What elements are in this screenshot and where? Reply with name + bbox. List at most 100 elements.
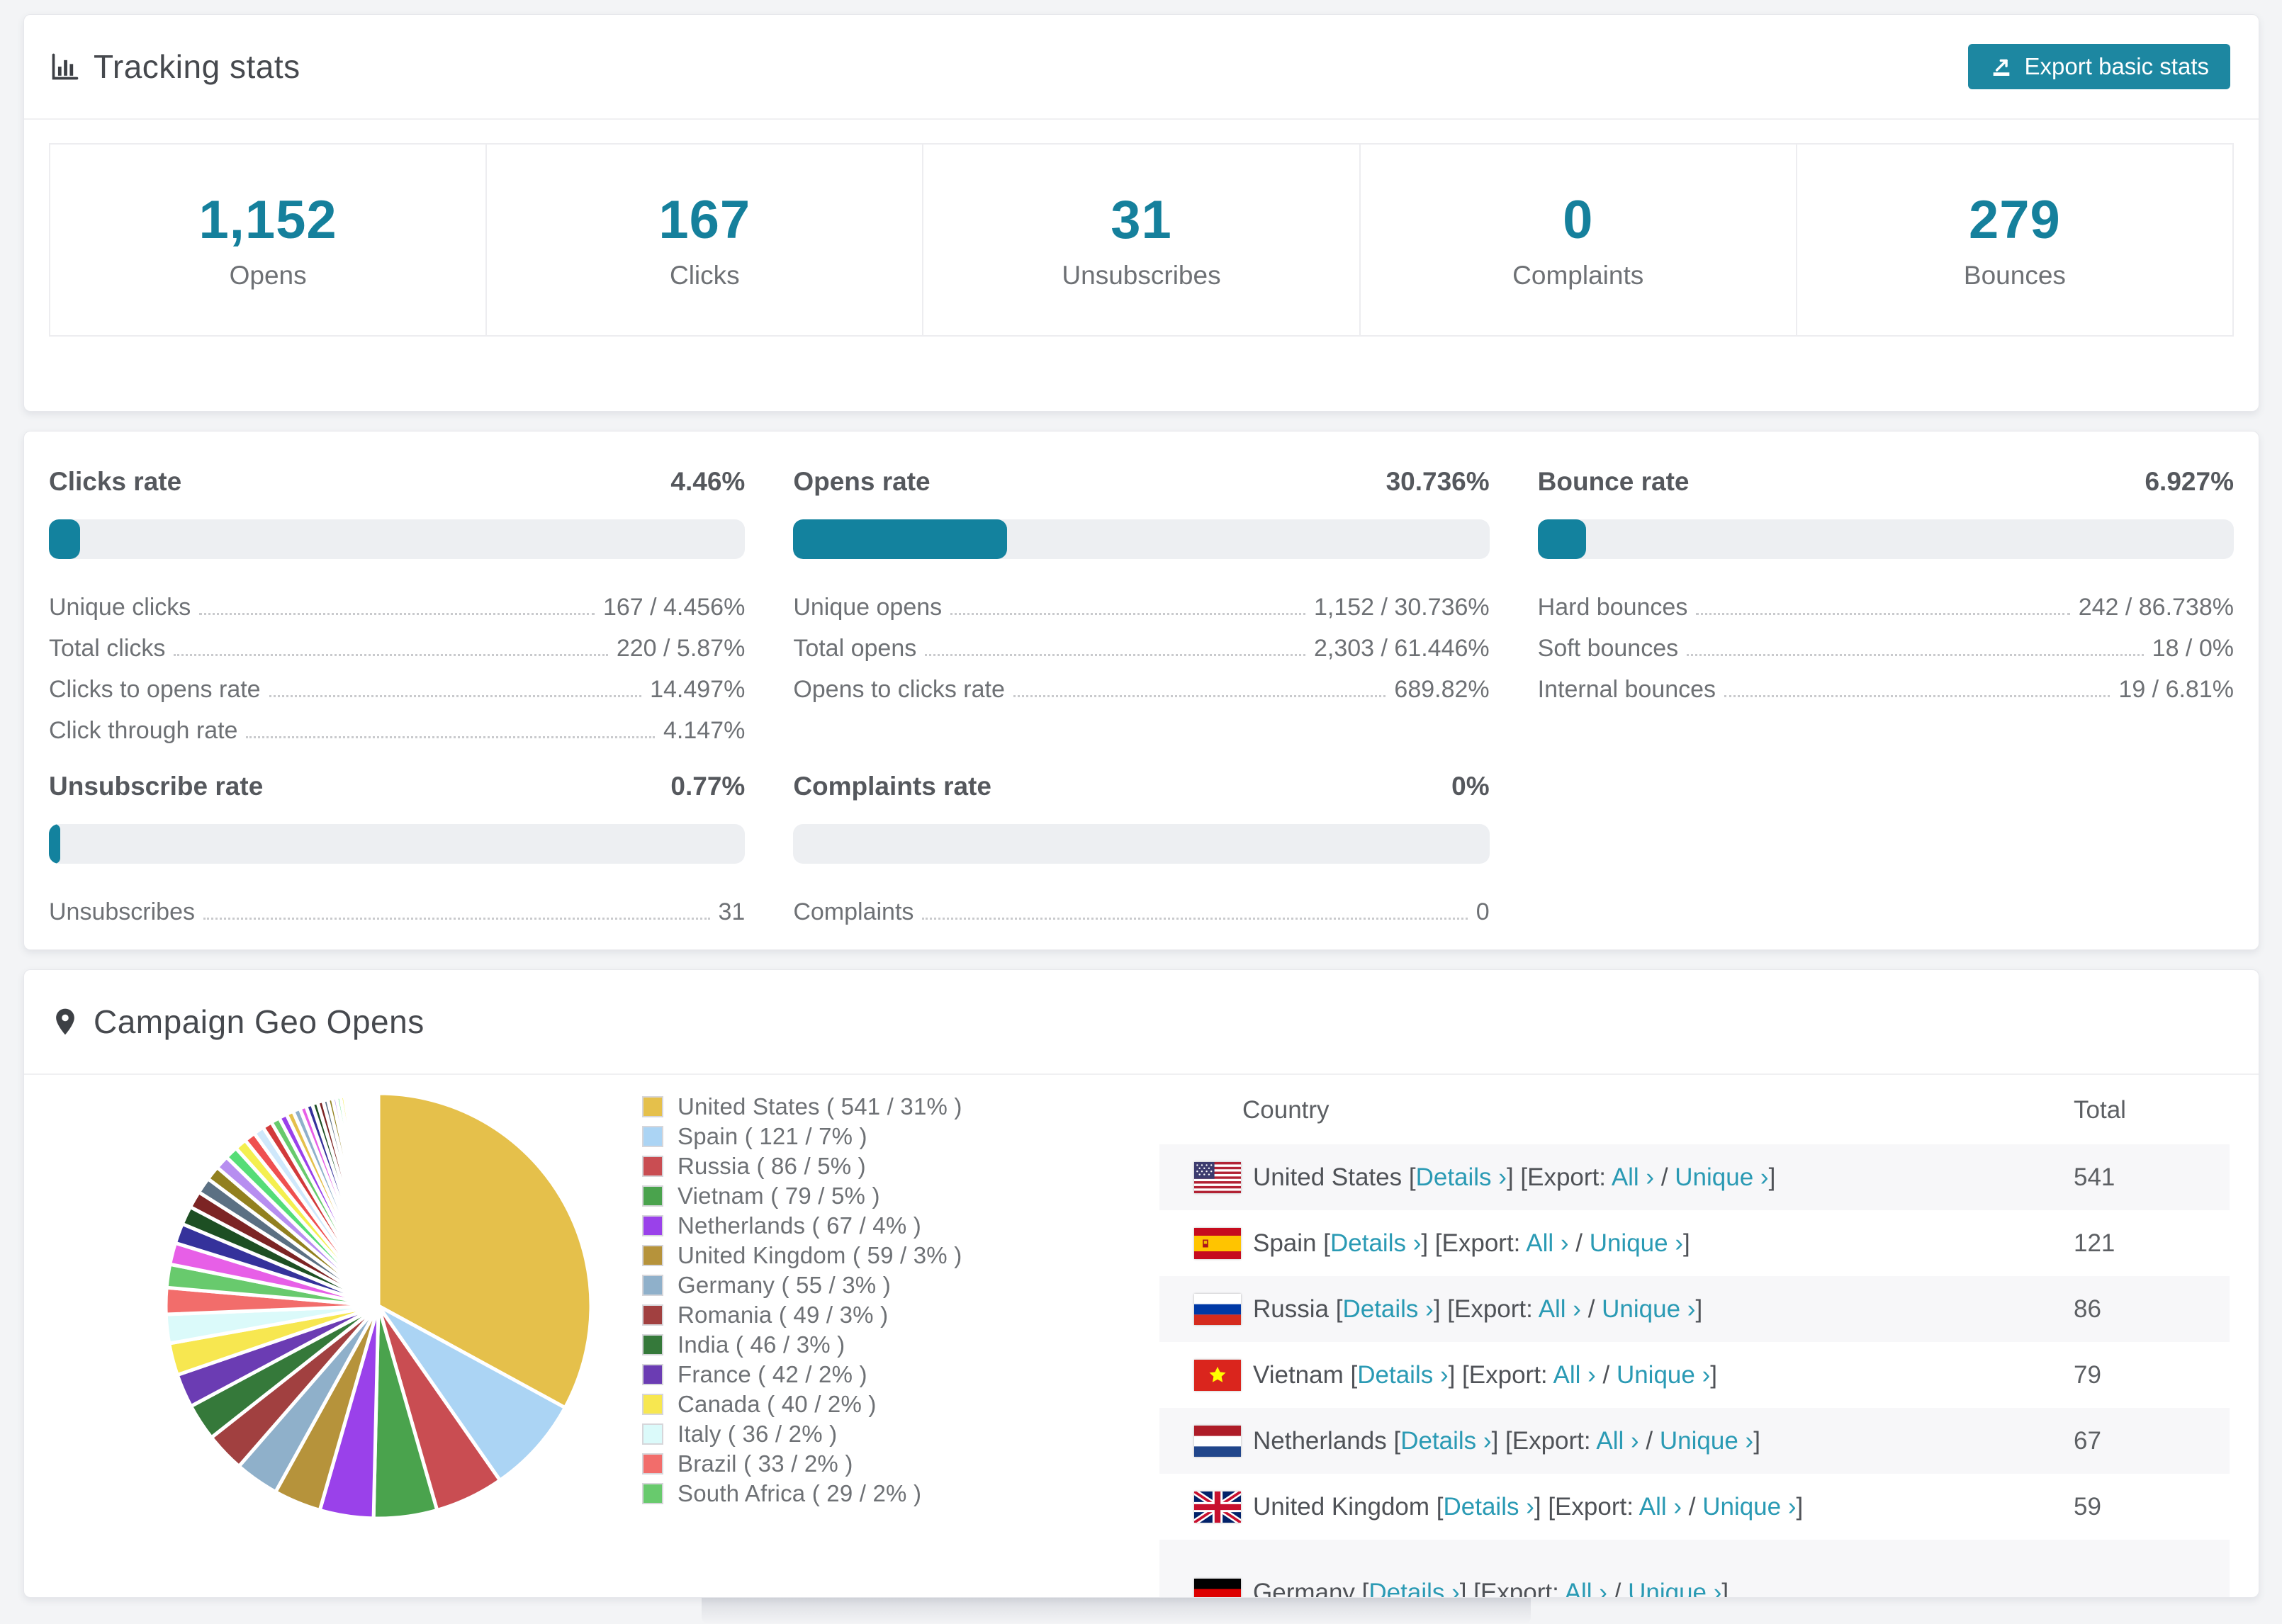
rates-wrap: Clicks rate 4.46% Unique clicks 167 / 4.… — [24, 432, 2259, 930]
legend-item: Romania ( 49 / 3% ) — [642, 1300, 962, 1330]
tracking-stats-card: Tracking stats Export basic stats 1,152 … — [23, 14, 2259, 412]
total-cell: 121 — [2074, 1229, 2115, 1257]
stat-row-label: Clicks to opens rate — [49, 676, 261, 703]
rate-value: 6.927% — [2145, 467, 2234, 496]
details-link[interactable]: Details › — [1357, 1361, 1448, 1389]
rate-head: Unsubscribe rate 0.77% — [49, 772, 745, 807]
table-row-gb: United Kingdom [Details ›] [Export: All … — [1159, 1474, 2230, 1540]
details-link[interactable]: Details › — [1416, 1163, 1507, 1191]
export-all-link[interactable]: All › — [1526, 1229, 1568, 1257]
stat-row-label: Total opens — [793, 635, 917, 662]
rate-title: Opens rate — [793, 467, 931, 496]
legend-label: Russia ( 86 / 5% ) — [678, 1153, 866, 1179]
details-link[interactable]: Details › — [1368, 1579, 1459, 1597]
country-cell: Spain [Details ›] [Export: All › / Uniqu… — [1253, 1229, 1690, 1257]
legend-item: India ( 46 / 3% ) — [642, 1330, 962, 1360]
stat-row: Unique clicks 167 / 4.456% — [49, 585, 745, 626]
flag-nl-icon — [1194, 1425, 1241, 1457]
legend-swatch — [642, 1364, 663, 1385]
export-all-link[interactable]: All › — [1596, 1427, 1639, 1455]
tracking-stats-header: Tracking stats Export basic stats — [24, 15, 2259, 120]
rates-row-1: Clicks rate 4.46% Unique clicks 167 / 4.… — [49, 467, 2234, 749]
details-link[interactable]: Details › — [1342, 1295, 1433, 1323]
export-basic-stats-button[interactable]: Export basic stats — [1967, 44, 2230, 89]
dotted-leader — [1724, 695, 2110, 697]
details-link[interactable]: Details › — [1330, 1229, 1421, 1257]
geo-table: Country Total United States [Details ›] … — [1159, 1076, 2230, 1598]
stat-row: Soft bounces 18 / 0% — [1538, 626, 2234, 667]
stat-row-label: Unique clicks — [49, 594, 191, 621]
legend-swatch — [642, 1156, 663, 1177]
legend-label: Germany ( 55 / 3% ) — [678, 1272, 891, 1298]
export-unique-link[interactable]: Unique › — [1702, 1493, 1796, 1521]
export-unique-link[interactable]: Unique › — [1660, 1427, 1753, 1455]
legend-item: Russia ( 86 / 5% ) — [642, 1151, 962, 1181]
stat-box-bounces: 279 Bounces — [1795, 143, 2235, 337]
flag-es-icon — [1194, 1227, 1241, 1259]
flag-gb-icon — [1194, 1491, 1241, 1523]
legend-swatch — [642, 1215, 663, 1236]
stat-row-value: 1,152 / 30.736% — [1314, 594, 1490, 621]
export-all-link[interactable]: All › — [1565, 1579, 1607, 1597]
stat-row-label: Total clicks — [49, 635, 166, 662]
flag-vn-icon — [1194, 1359, 1241, 1391]
rate-rows: Hard bounces 242 / 86.738% Soft bounces … — [1538, 585, 2234, 708]
legend-label: Italy ( 36 / 2% ) — [678, 1421, 838, 1447]
total-cell: 86 — [2074, 1295, 2101, 1323]
campaign-geo-opens-card: Campaign Geo Opens United States ( 541 /… — [23, 969, 2259, 1598]
export-all-link[interactable]: All › — [1612, 1163, 1654, 1191]
country-cell: Vietnam [Details ›] [Export: All › / Uni… — [1253, 1360, 1717, 1389]
stat-row: Internal bounces 19 / 6.81% — [1538, 667, 2234, 708]
country-cell: Netherlands [Details ›] [Export: All › /… — [1253, 1426, 1760, 1455]
stat-row: Click through rate 4.147% — [49, 708, 745, 749]
export-unique-link[interactable]: Unique › — [1602, 1295, 1695, 1323]
page-title: Tracking stats — [94, 48, 300, 85]
total-cell: 67 — [2074, 1426, 2101, 1455]
country-cell: United Kingdom [Details ›] [Export: All … — [1253, 1492, 1804, 1521]
stat-row-value: 689.82% — [1394, 676, 1490, 703]
details-link[interactable]: Details › — [1444, 1493, 1534, 1521]
map-pin-icon — [56, 1008, 74, 1035]
legend-swatch — [642, 1483, 663, 1504]
rate-value: 30.736% — [1386, 467, 1490, 496]
stat-row-label: Complaints — [793, 898, 914, 925]
progress-bar-fill — [49, 824, 60, 864]
legend-item: Netherlands ( 67 / 4% ) — [642, 1211, 962, 1241]
rate-rows: Unique opens 1,152 / 30.736% Total opens… — [793, 585, 1489, 708]
legend-label: India ( 46 / 3% ) — [678, 1331, 845, 1358]
export-unique-link[interactable]: Unique › — [1617, 1361, 1710, 1389]
legend-label: Canada ( 40 / 2% ) — [678, 1391, 877, 1417]
stat-row-value: 0 — [1476, 898, 1490, 925]
dotted-leader — [1013, 695, 1386, 697]
rate-value: 4.46% — [670, 467, 746, 496]
legend-swatch — [642, 1245, 663, 1266]
legend-item: Brazil ( 33 / 2% ) — [642, 1449, 962, 1479]
stat-label: Unsubscribes — [1062, 261, 1221, 290]
export-all-link[interactable]: All › — [1553, 1361, 1595, 1389]
stat-row-label: Hard bounces — [1537, 594, 1688, 621]
pie-legend: United States ( 541 / 31% ) Spain ( 121 … — [642, 1092, 962, 1509]
legend-swatch — [642, 1096, 663, 1117]
export-all-link[interactable]: All › — [1539, 1295, 1581, 1323]
export-unique-link[interactable]: Unique › — [1590, 1229, 1683, 1257]
stat-row-label: Opens to clicks rate — [793, 676, 1005, 703]
stat-row-label: Unsubscribes — [49, 898, 195, 925]
country-cell: United States [Details ›] [Export: All ›… — [1253, 1163, 1776, 1191]
details-link[interactable]: Details › — [1400, 1427, 1491, 1455]
dotted-leader — [1696, 613, 2070, 615]
legend-swatch — [642, 1126, 663, 1147]
table-row-nl: Netherlands [Details ›] [Export: All › /… — [1159, 1408, 2230, 1474]
stat-row-value: 242 / 86.738% — [2078, 594, 2234, 621]
table-row-de: Germany [Details ›] [Export: All › / Uni… — [1159, 1540, 2230, 1598]
stat-row: Hard bounces 242 / 86.738% — [1538, 585, 2234, 626]
progress-bar — [49, 824, 746, 864]
progress-bar-fill — [49, 519, 80, 559]
progress-bar — [793, 519, 1490, 559]
export-unique-link[interactable]: Unique › — [1628, 1579, 1721, 1597]
export-unique-link[interactable]: Unique › — [1675, 1163, 1768, 1191]
table-row-vn: Vietnam [Details ›] [Export: All › / Uni… — [1159, 1342, 2230, 1408]
country-name: Germany — [1253, 1579, 1362, 1598]
stat-label: Opens — [229, 261, 307, 290]
stat-value: 31 — [1111, 190, 1172, 250]
export-all-link[interactable]: All › — [1639, 1493, 1682, 1521]
